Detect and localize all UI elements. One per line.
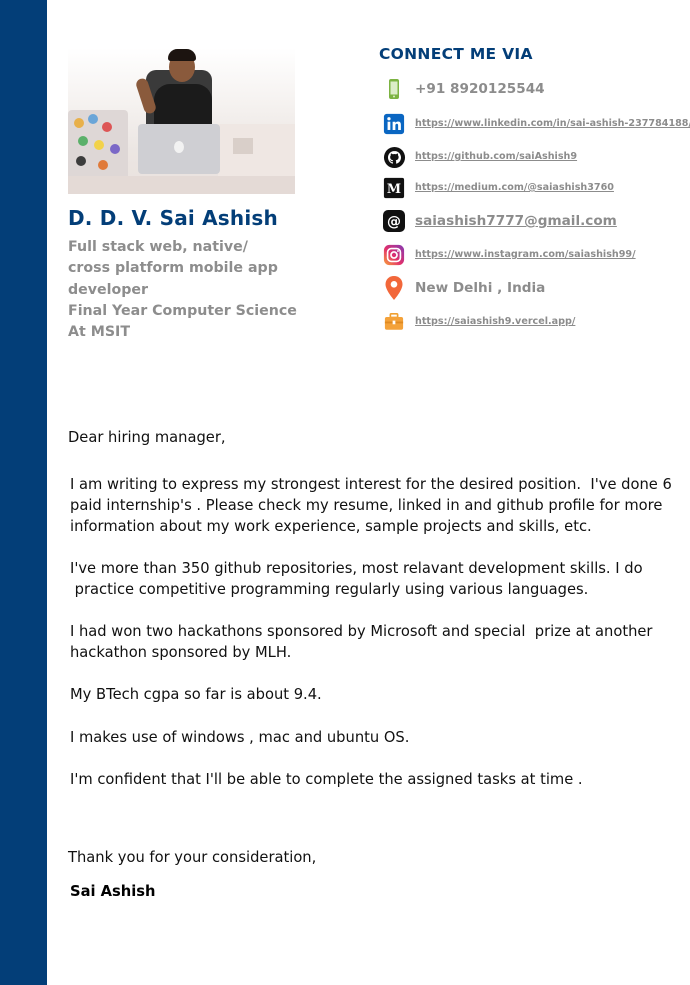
letter-closing: Thank you for your consideration, <box>68 849 317 866</box>
github-icon <box>382 145 406 169</box>
letter-line: practice competitive programming regular… <box>70 581 589 598</box>
letter-line: My BTech cgpa so far is about 9.4. <box>70 686 322 703</box>
letter-paragraph: I had won two hackathons sponsored by Mi… <box>70 621 652 663</box>
github-link[interactable]: https://github.com/saiAshish9 <box>415 145 577 169</box>
candidate-name: D. D. V. Sai Ashish <box>68 206 278 230</box>
location-pin-icon <box>382 276 406 300</box>
letter-line: I am writing to express my strongest int… <box>70 476 672 493</box>
letter-paragraph: I'm confident that I'll be able to compl… <box>70 769 583 790</box>
letter-line: paid internship's . Please check my resu… <box>70 497 663 514</box>
connect-heading: CONNECT ME VIA <box>379 45 533 63</box>
letter-paragraph: I makes use of windows , mac and ubuntu … <box>70 727 409 748</box>
tagline-line: Full stack web, native/ <box>68 239 248 255</box>
letter-line: hackathon sponsored by MLH. <box>70 644 292 661</box>
email-icon: @ <box>382 209 406 233</box>
phone-number: +91 8920125544 <box>415 81 545 97</box>
sidebar-accent-bar <box>0 0 47 985</box>
briefcase-icon <box>382 310 406 334</box>
tagline-line: developer <box>68 281 149 298</box>
phone-icon <box>382 77 406 101</box>
letter-signature: Sai Ashish <box>70 883 156 900</box>
letter-paragraph: I am writing to express my strongest int… <box>70 474 672 537</box>
medium-icon: M <box>382 176 406 200</box>
tagline-line: cross platform mobile app <box>68 260 278 277</box>
letter-paragraph: My BTech cgpa so far is about 9.4. <box>70 684 322 705</box>
letter-salutation: Dear hiring manager, <box>68 429 226 446</box>
letter-line: I've more than 350 github repositories, … <box>70 560 643 577</box>
candidate-tagline: Full stack web, native/ cross platform m… <box>68 237 308 343</box>
location-text: New Delhi , India <box>415 280 546 296</box>
profile-photo <box>68 48 295 194</box>
tagline-line: At MSIT <box>68 324 130 341</box>
letter-line: I makes use of windows , mac and ubuntu … <box>70 729 410 746</box>
instagram-icon <box>382 243 406 267</box>
svg-text:@: @ <box>387 214 401 230</box>
medium-link[interactable]: https://medium.com/@saiashish3760 <box>415 176 614 200</box>
letter-line: I had won two hackathons sponsored by Mi… <box>70 623 653 640</box>
linkedin-icon <box>382 112 406 136</box>
letter-paragraph: I've more than 350 github repositories, … <box>70 558 643 600</box>
letter-line: information about my work experience, sa… <box>70 518 592 535</box>
email-link[interactable]: saiashish7777@gmail.com <box>415 209 617 233</box>
linkedin-link[interactable]: https://www.linkedin.com/in/sai-ashish-2… <box>415 112 690 136</box>
portfolio-link[interactable]: https://saiashish9.vercel.app/ <box>415 310 575 334</box>
tagline-line: Final Year Computer Science <box>68 302 297 319</box>
svg-text:M: M <box>387 182 401 197</box>
letter-line: I'm confident that I'll be able to compl… <box>70 771 583 788</box>
instagram-link[interactable]: https://www.instagram.com/saiashish99/ <box>415 243 636 267</box>
